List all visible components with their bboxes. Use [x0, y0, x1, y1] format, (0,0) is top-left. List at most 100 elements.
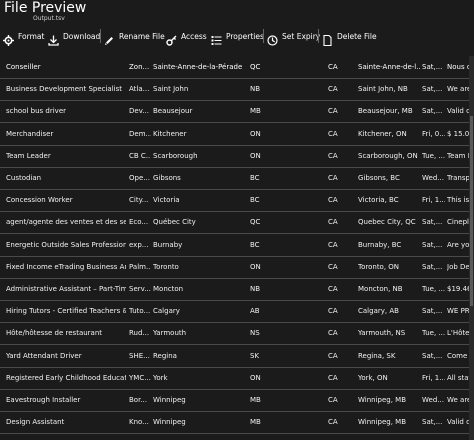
cell-company: Dev... [129, 107, 149, 116]
cell-country: CA [328, 307, 338, 316]
download-icon [48, 31, 59, 46]
cell-company: Tuto... [129, 307, 151, 316]
cell-location: York, ON [358, 373, 388, 382]
cell-company: Rud... [129, 329, 150, 338]
cell-country: CA [328, 85, 338, 94]
table-row[interactable]: Concession Worker City... Victoria BC CA Vict… [0, 189, 474, 213]
cell-title: Yard Attendant Driver [6, 351, 82, 360]
cell-city: Sainte-Anne-de-la-Pérade [153, 63, 243, 71]
table-row[interactable]: Design Assistant Kno... Winnipeg MB CA Winnip… [0, 411, 474, 435]
cell-company: Post... [129, 433, 151, 440]
cell-city: Calgary [153, 307, 180, 316]
cell-company: YMC... [129, 373, 151, 382]
cell-location: Moncton, NB [358, 285, 403, 293]
cell-city: Winnipeg [153, 396, 186, 404]
cell-city: Toronto [153, 262, 179, 271]
access-label: Access [181, 31, 207, 41]
cell-country: CA [328, 107, 338, 116]
cell-company: CB C... [129, 151, 151, 160]
cell-date: Tue, ... [422, 285, 445, 293]
table-row[interactable]: school bus driver Dev... Beausejour MB CA Bea… [0, 100, 474, 124]
rename-button[interactable]: Rename File [104, 26, 165, 46]
cell-province: NB [250, 85, 261, 94]
cell-title: Business Development Specialist [6, 85, 122, 94]
cell-title: Reliable Housekeeping Help Wanted [6, 433, 126, 440]
cell-city: Winnipeg [153, 418, 186, 427]
cell-company: SHE... [129, 351, 150, 360]
cell-country: CA [328, 174, 338, 182]
window-title: File Preview [4, 0, 87, 16]
cell-location: Calgary, AB [358, 307, 399, 316]
cell-date: Sat,... [422, 307, 443, 316]
properties-icon [211, 31, 222, 45]
download-label: Download [63, 31, 101, 41]
cell-country: CA [328, 63, 338, 71]
data-grid[interactable]: Conseiller Zon... Sainte-Anne-de-la-Pérade… [0, 56, 474, 440]
gear-icon [3, 31, 14, 46]
cell-date: Wed... [422, 396, 444, 404]
cell-date: Tue, ... [422, 329, 445, 338]
cell-date: Fri, 1... [422, 433, 445, 440]
cell-title: Design Assistant [6, 418, 65, 427]
table-row[interactable]: Reliable Housekeeping Help WantedPost...… [0, 433, 474, 440]
cell-province: MB [250, 396, 261, 404]
cell-location: Yarmouth, NS [358, 329, 406, 338]
cell-country: CA [328, 351, 338, 360]
set-expiry-button[interactable]: Set Expiry [267, 26, 320, 46]
cell-date: Sat,... [422, 85, 443, 94]
table-row[interactable]: agent/agente des ventes et des ser... Eco… [0, 211, 474, 235]
table-row[interactable]: Team Leader CB C... Scarborough ON CA Scarbor… [0, 145, 474, 168]
cell-city: Burnaby [153, 240, 183, 249]
cell-location: Sainte-Anne-de-l... [358, 63, 420, 71]
table-row[interactable]: Fixed Income eTrading Business An... Palm… [0, 256, 474, 279]
table-row[interactable]: Hiring Tutors - Certified Teachers &... T… [0, 300, 474, 324]
cell-province: QC [250, 63, 261, 71]
cell-province: NB [250, 285, 261, 293]
delete-file-button[interactable]: Delete File [322, 26, 377, 46]
cell-location: Toronto, ON [358, 433, 420, 440]
cell-province: QC [250, 218, 261, 227]
cell-location: Kitchener, ON [358, 129, 407, 138]
cell-title: agent/agente des ventes et des ser... [6, 218, 126, 227]
format-label: Format [18, 31, 45, 41]
cell-city: Saint John [153, 85, 189, 94]
table-row[interactable]: Custodian Ope... Gibsons BC CA Gibsons, BC Wed… [0, 167, 474, 190]
cell-location: Winnipeg, MB [358, 396, 407, 404]
table-row[interactable]: Yard Attendant Driver SHE... Regina SK CA Reg… [0, 345, 474, 368]
cell-city: Moncton [153, 285, 184, 293]
table-row[interactable]: Merchandiser Dem... Kitchener ON CA Kitchener… [0, 123, 474, 146]
download-button[interactable]: Download [48, 26, 100, 46]
cell-city: Toronto [153, 433, 248, 440]
table-row[interactable]: Administrative Assistant – Part-Time Serv… [0, 278, 474, 301]
table-row[interactable]: Conseiller Zon... Sainte-Anne-de-la-Pérade… [0, 56, 474, 79]
table-row[interactable]: Business Development Specialist Atla... Sa… [0, 78, 474, 102]
scroll-thumb[interactable] [470, 116, 473, 306]
clock-icon [267, 31, 278, 46]
cell-province: BC [250, 240, 260, 249]
cell-company: Atla... [129, 85, 150, 94]
cell-city: Gibsons [153, 174, 181, 182]
table-row[interactable]: Registered Early Childhood Educator YMC..… [0, 367, 474, 390]
cell-country: CA [328, 196, 338, 205]
cell-country: CA [328, 329, 338, 338]
key-icon [166, 31, 177, 46]
cell-title: Custodian [6, 174, 42, 182]
cell-province: MB [250, 107, 261, 116]
vertical-scrollbar[interactable] [469, 56, 474, 440]
cell-province: SK [250, 351, 260, 360]
cell-title: Merchandiser [6, 129, 54, 138]
cell-city: Victoria [153, 196, 180, 205]
toolbar-divider [100, 29, 101, 43]
access-button[interactable]: Access [166, 26, 207, 46]
pencil-icon [104, 31, 115, 45]
properties-button[interactable]: Properties [211, 26, 264, 46]
table-row[interactable]: Eavestrough Installer Bor... Winnipeg MB CA W… [0, 389, 474, 412]
table-row[interactable]: Energetic Outside Sales Professional exp.… [0, 234, 474, 257]
document-icon [322, 31, 333, 46]
cell-location: Regina, SK [358, 351, 396, 360]
table-row[interactable]: Hôte/hôtesse de restaurant Rud... Yarmouth… [0, 322, 474, 346]
rename-label: Rename File [119, 31, 165, 41]
cell-city: Kitchener [153, 129, 187, 138]
cell-country: CA [328, 433, 356, 440]
format-button[interactable]: Format [3, 26, 44, 46]
